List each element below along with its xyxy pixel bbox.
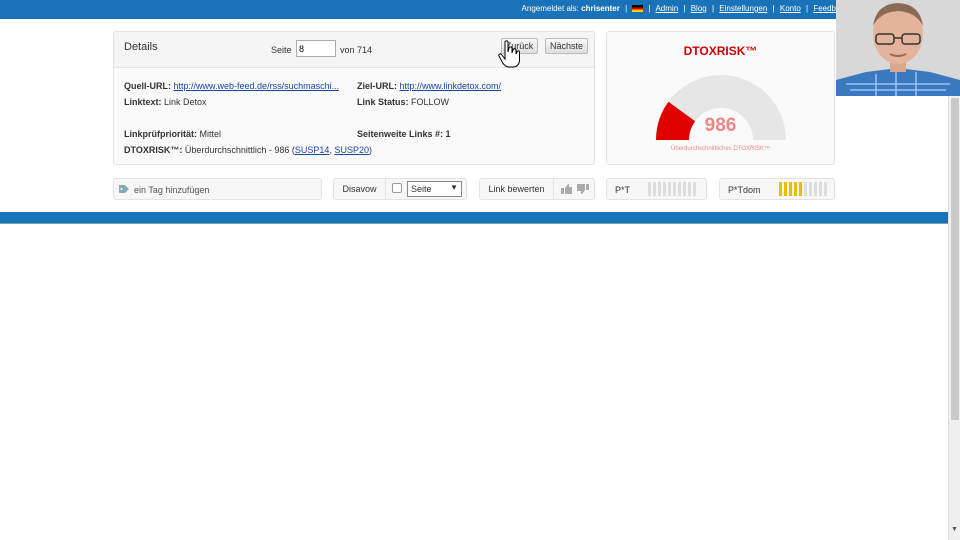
target-url-field: Ziel-URL: http://www.linkdetox.com/: [357, 81, 501, 91]
level-bar: [668, 182, 671, 196]
priority-label: Linkprüfpriorität:: [124, 129, 197, 139]
nav-link-feedback[interactable]: Feedb: [813, 4, 836, 13]
ptdom-label: P*Tdom: [728, 185, 761, 195]
dtoxrisk-panel: DTOXRISK™ 986 Überdurchschnittliches DTO…: [606, 31, 835, 165]
source-url-link[interactable]: http://www.web-feed.de/rss/suchmaschi...: [174, 81, 340, 91]
priority-field: Linkprüfpriorität: Mittel: [124, 129, 221, 139]
ptdom-metric: P*Tdom: [719, 178, 835, 200]
ptdom-bars: [779, 182, 827, 196]
details-header: Details Seite von 714 Zurück Nächste: [114, 32, 594, 68]
level-bar: [673, 182, 676, 196]
vertical-scrollbar[interactable]: ▼: [948, 96, 960, 540]
user-nav: Angemeldet als: chrisenter | | Admin | B…: [521, 4, 836, 13]
tag-placeholder: ein Tag hinzufügen: [134, 185, 210, 195]
linktext-label: Linktext:: [124, 97, 162, 107]
pt-metric: P*T: [606, 178, 707, 200]
thumbs-up-icon[interactable]: [561, 184, 572, 194]
page-count: von 714: [340, 45, 373, 55]
level-bar: [693, 182, 696, 196]
rate-link-label: Link bewerten: [480, 179, 554, 199]
level-bar: [648, 182, 651, 196]
logged-in-label: Angemeldet als:: [521, 4, 579, 13]
pt-label: P*T: [615, 185, 631, 195]
link-status-value: FOLLOW: [411, 97, 450, 107]
rate-link-control: Link bewerten: [479, 178, 595, 200]
level-bar: [784, 182, 787, 196]
german-flag-icon[interactable]: [632, 5, 644, 12]
page-input[interactable]: [296, 40, 336, 57]
link-status-label: Link Status:: [357, 97, 409, 107]
level-bar: [824, 182, 827, 196]
thumbs-icons: [561, 184, 589, 194]
level-bar: [819, 182, 822, 196]
source-url-field: Quell-URL: http://www.web-feed.de/rss/su…: [124, 81, 339, 91]
webcam-overlay: [836, 0, 960, 96]
page-label: Seite: [271, 45, 292, 55]
dtoxrisk-title: DTOXRISK™: [683, 44, 758, 58]
tag-input[interactable]: ein Tag hinzufügen: [113, 178, 322, 200]
disavow-label: Disavow: [334, 179, 386, 199]
level-bar: [683, 182, 686, 196]
source-url-label: Quell-URL:: [124, 81, 171, 91]
target-url-label: Ziel-URL:: [357, 81, 397, 91]
dtoxrisk-value: 986: [704, 115, 737, 136]
details-title: Details: [124, 41, 158, 53]
nav-link-blog[interactable]: Blog: [691, 4, 707, 13]
scroll-down-arrow-icon[interactable]: ▼: [951, 526, 958, 533]
disavow-scope-select[interactable]: Seite ▼: [407, 181, 462, 197]
linktext-field: Linktext: Link Detox: [124, 97, 207, 107]
level-bar: [814, 182, 817, 196]
hand-cursor-icon: [498, 40, 520, 68]
tag-icon: [119, 185, 129, 193]
level-bar: [678, 182, 681, 196]
bottom-band: [0, 212, 948, 224]
link-status-field: Link Status: FOLLOW: [357, 97, 449, 107]
level-bar: [794, 182, 797, 196]
level-bar: [688, 182, 691, 196]
dtoxrisk-field: DTOXRISK™: Überdurchschnittlich - 986 (S…: [124, 145, 372, 155]
thumbs-down-icon[interactable]: [577, 184, 589, 194]
disavow-checkbox[interactable]: [392, 183, 402, 193]
level-bar: [653, 182, 656, 196]
dtoxrisk-subtitle: Überdurchschnittliches DTOXRISK™: [671, 146, 770, 152]
disavow-scope-value: Seite: [411, 184, 432, 194]
level-bar: [658, 182, 661, 196]
dtoxrisk-text: Überdurchschnittlich - 986 (: [184, 145, 295, 155]
details-panel: Details Seite von 714 Zurück Nächste Que…: [113, 31, 595, 165]
linktext-value: Link Detox: [164, 97, 207, 107]
level-bar: [789, 182, 792, 196]
pt-bars: [648, 182, 696, 196]
susp20-link[interactable]: SUSP20: [334, 145, 369, 155]
nav-link-settings[interactable]: Einstellungen: [719, 4, 767, 13]
sitewide-label: Seitenweite Links #:: [357, 129, 444, 139]
nav-link-account[interactable]: Konto: [780, 4, 801, 13]
susp14-link[interactable]: SUSP14: [295, 145, 330, 155]
dtoxrisk-label: DTOXRISK™:: [124, 145, 183, 155]
next-button[interactable]: Nächste: [545, 38, 588, 54]
top-bar: Angemeldet als: chrisenter | | Admin | B…: [0, 0, 960, 19]
level-bar: [779, 182, 782, 196]
level-bar: [804, 182, 807, 196]
level-bar: [799, 182, 802, 196]
sitewide-field: Seitenweite Links #: 1: [357, 129, 451, 139]
level-bar: [663, 182, 666, 196]
chevron-down-icon: ▼: [450, 183, 458, 192]
disavow-control: Disavow Seite ▼: [333, 178, 467, 200]
presenter-image: [836, 0, 960, 96]
scrollbar-thumb[interactable]: [951, 98, 959, 420]
sitewide-value: 1: [445, 129, 451, 139]
username: chrisenter: [581, 4, 620, 13]
level-bar: [809, 182, 812, 196]
target-url-link[interactable]: http://www.linkdetox.com/: [400, 81, 502, 91]
nav-link-admin[interactable]: Admin: [655, 4, 678, 13]
priority-value: Mittel: [199, 129, 222, 139]
